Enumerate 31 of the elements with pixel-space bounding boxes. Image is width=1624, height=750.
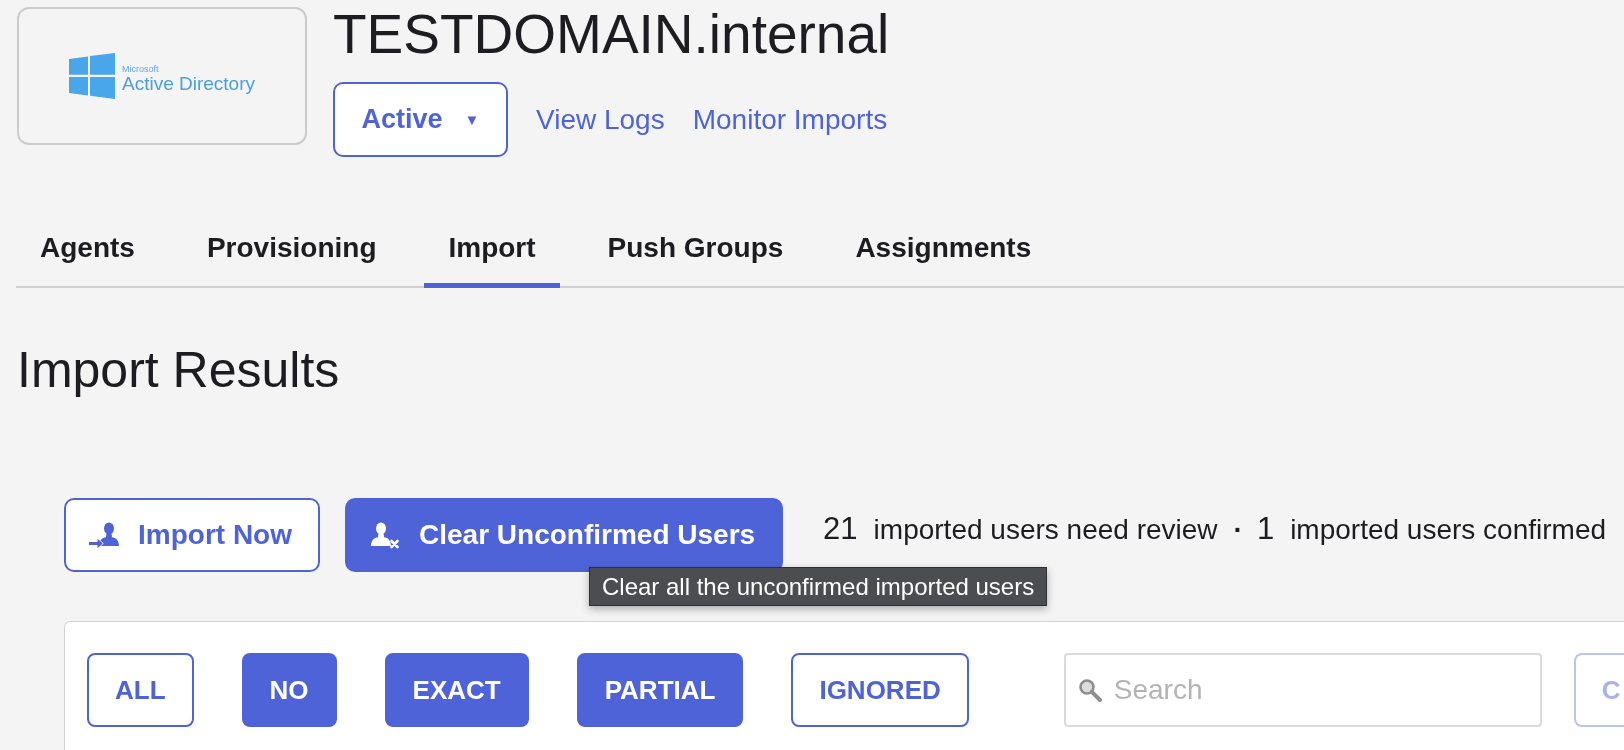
tab[interactable]: Push Groups [583, 211, 808, 288]
tooltip: Clear all the unconfirmed imported users [589, 567, 1048, 606]
clear-users-button[interactable]: Clear Unconfirmed Users [345, 498, 784, 572]
tab[interactable]: Import [424, 211, 560, 288]
window-logo-icon [69, 53, 115, 99]
status-dropdown[interactable]: Active ▼ [333, 82, 508, 157]
header-link[interactable]: View Logs [536, 98, 665, 141]
logo-brand-text: Microsoft [122, 64, 159, 74]
section-title: Import Results [17, 341, 340, 400]
person-x-icon [370, 521, 400, 549]
filter-button[interactable]: IGNORED [791, 653, 969, 727]
filter-button[interactable]: EXACT [384, 653, 529, 727]
stat-label: imported users confirmed [1290, 512, 1607, 547]
stat-count: 21 [823, 509, 858, 548]
tab[interactable]: Assignments [831, 211, 1056, 288]
header-link[interactable]: Monitor Imports [692, 98, 888, 141]
filter-button[interactable]: NO [241, 653, 337, 727]
filter-button[interactable]: ALL [87, 653, 194, 727]
logo-product-text: Active Directory [122, 74, 255, 94]
search-field[interactable]: Search [1063, 653, 1542, 727]
person-arrow-icon [89, 521, 119, 549]
filter-button[interactable]: PARTIAL [576, 653, 744, 727]
page-title: TESTDOMAIN.internal [333, 7, 890, 62]
search-icon [1077, 678, 1102, 702]
tab[interactable]: Agents [16, 211, 159, 288]
stat-label: imported users need review [873, 512, 1218, 547]
caret-icon: ▼ [464, 112, 480, 127]
import-now-button[interactable]: Import Now [64, 498, 320, 572]
tab[interactable]: Provisioning [182, 211, 401, 288]
stat-count: 1 [1256, 509, 1275, 548]
separator-dot: · [1233, 512, 1243, 547]
